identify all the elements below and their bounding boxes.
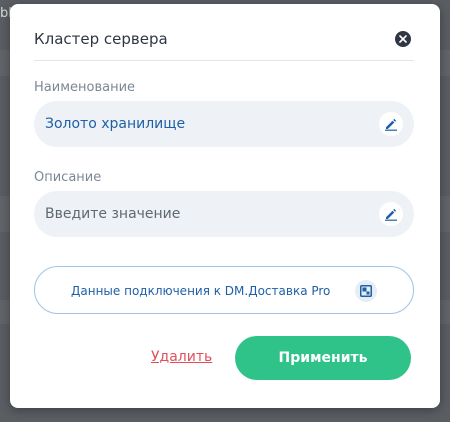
connection-data-label: Данные подключения к DM.Доставка Pro <box>71 284 331 298</box>
close-icon <box>399 35 407 43</box>
name-field-label: Наименование <box>34 80 136 95</box>
connection-data-button[interactable]: Данные подключения к DM.Доставка Pro <box>34 266 414 314</box>
window-expand-icon <box>355 280 377 302</box>
description-field-label: Описание <box>34 170 102 185</box>
apply-button[interactable]: Применить <box>235 336 411 380</box>
close-button[interactable] <box>395 31 411 47</box>
edit-name-button[interactable] <box>379 112 403 136</box>
description-field-placeholder: Введите значение <box>45 206 181 222</box>
delete-link[interactable]: Удалить <box>151 347 212 367</box>
description-field[interactable]: Введите значение <box>34 191 414 237</box>
name-field[interactable]: Золото хранилище <box>34 101 414 147</box>
dialog-title: Кластер сервера <box>34 30 168 48</box>
server-cluster-dialog: Кластер сервера Наименование Золото хран… <box>10 4 440 408</box>
pencil-icon <box>385 118 397 131</box>
name-field-value: Золото хранилище <box>45 116 186 132</box>
edit-description-button[interactable] <box>379 202 403 226</box>
title-divider <box>34 60 414 61</box>
pencil-icon <box>385 208 397 221</box>
